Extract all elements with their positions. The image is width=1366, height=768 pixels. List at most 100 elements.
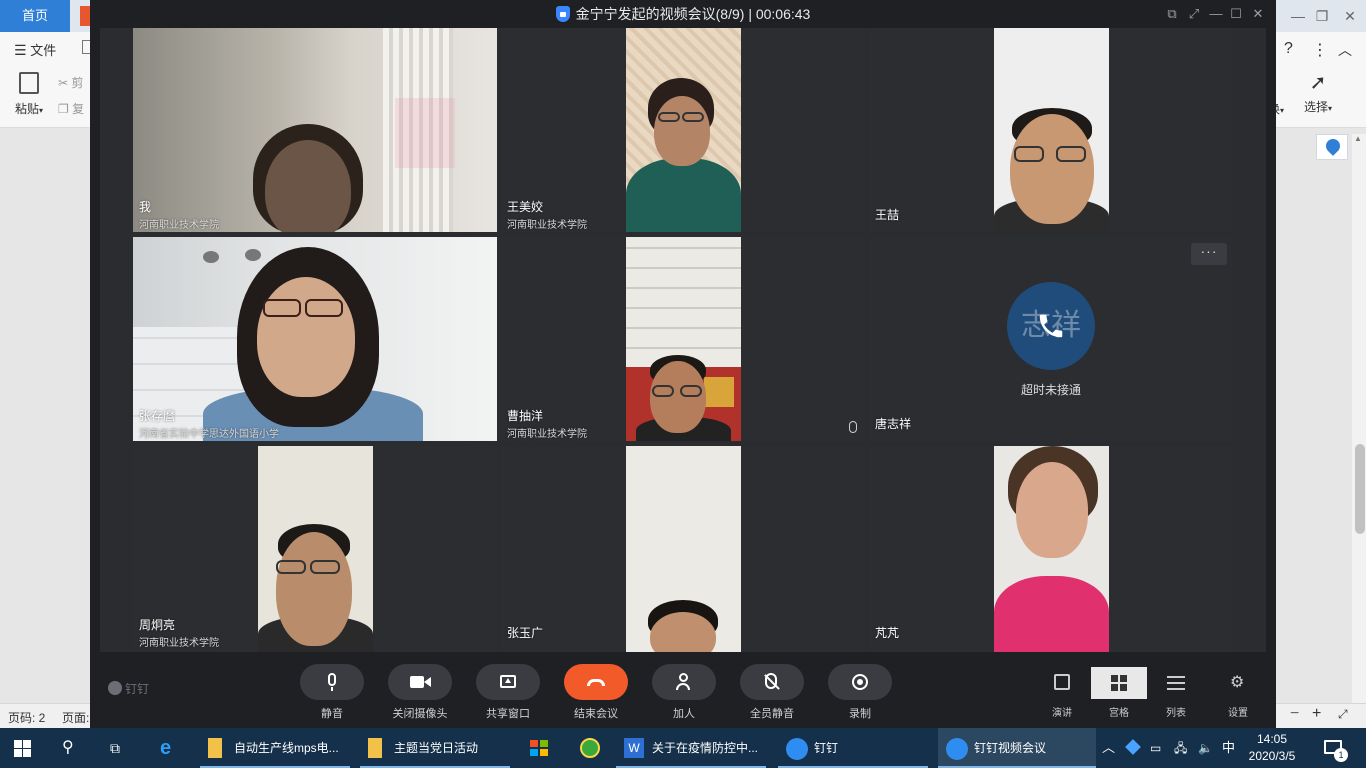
clock-date: 2020/3/5	[1248, 749, 1296, 763]
collapse-ribbon-icon[interactable]: ︿	[1338, 40, 1352, 60]
layout-list-label: 列表	[1166, 708, 1186, 719]
ime-indicator[interactable]: 中	[1222, 728, 1238, 768]
notification-center-button[interactable]: 1	[1322, 728, 1348, 768]
pip-icon[interactable]: ⧉	[1161, 0, 1183, 28]
task-view-icon[interactable]: ⧉	[110, 728, 130, 768]
select-button[interactable]: ➚ 选择▾	[1300, 72, 1336, 115]
mute-all-button[interactable]: 全员静音	[740, 664, 804, 721]
camera-off-button[interactable]: 关闭摄像头	[388, 664, 452, 721]
paste-button[interactable]: 粘贴▾	[10, 72, 48, 117]
folder-icon	[208, 738, 222, 758]
record-button[interactable]: 录制	[828, 664, 892, 721]
taskbar-item[interactable]: 主题当党日活动	[360, 728, 510, 768]
system-clock[interactable]: 14:05 2020/3/5	[1248, 731, 1296, 765]
add-person-icon	[679, 673, 688, 682]
add-person-button[interactable]: 加人	[652, 664, 716, 721]
vertical-scrollbar[interactable]: ▲	[1352, 134, 1366, 703]
battery-icon[interactable]: ▭	[1150, 728, 1168, 768]
file-menu-label: 文件	[30, 43, 57, 58]
edge-icon[interactable]: e	[160, 728, 182, 768]
copy-button[interactable]: ❐ 复	[58, 100, 84, 117]
layout-grid-label: 宫格	[1109, 708, 1129, 719]
end-meeting-label: 结束会议	[574, 708, 618, 720]
cursor-icon: ➚	[1309, 72, 1327, 94]
participant-tile[interactable]: 张存麿 河南省实验中学思达外国语小学	[133, 237, 497, 441]
clock-time: 14:05	[1256, 732, 1288, 746]
close-icon[interactable]: ✕	[1247, 0, 1269, 28]
store-icon[interactable]	[530, 728, 550, 768]
participant-tile[interactable]: ··· 志祥 超时未接通 唐志祥	[869, 237, 1233, 441]
browser-360-icon[interactable]	[580, 728, 602, 768]
wps-home-tab[interactable]: 首页	[0, 0, 70, 32]
zoom-out-button[interactable]: −	[1290, 705, 1299, 723]
meeting-toolbar: 钉钉 静音 关闭摄像头 共享窗口 结束会议 加人 全员静音 录制 演讲 宫格 列…	[90, 652, 1276, 728]
participant-name: 王喆	[875, 208, 900, 222]
participant-name: 我	[139, 200, 152, 214]
chevron-up-icon[interactable]: ︿	[1102, 728, 1116, 768]
scrollbar-thumb[interactable]	[1355, 444, 1365, 534]
grid-layout-icon	[1111, 675, 1127, 691]
video-feed	[994, 28, 1109, 232]
fullscreen-icon[interactable]: ⤢	[1183, 0, 1205, 28]
video-feed	[626, 446, 741, 652]
fit-page-icon[interactable]: ⤢	[1338, 707, 1348, 722]
more-options-icon[interactable]: ⋮	[1312, 40, 1328, 60]
participant-name: 周炯亮	[139, 618, 176, 632]
layout-list-button[interactable]	[1148, 667, 1204, 699]
participant-org: 河南职业技术学院	[507, 220, 587, 231]
participant-org: 河南省实验中学思达外国语小学	[139, 429, 279, 440]
participant-name: 芃芃	[875, 626, 900, 640]
gear-icon: ⚙	[1230, 674, 1245, 691]
taskbar-item[interactable]: 自动生产线mps电...	[200, 728, 350, 768]
meeting-title: 金宁宁发起的视频会议(8/9) | 00:06:43	[90, 0, 1276, 28]
taskbar-item[interactable]: 钉钉	[778, 728, 928, 768]
taskbar-item-active[interactable]: 钉钉视频会议	[938, 728, 1096, 768]
participant-tile[interactable]: 我 河南职业技术学院	[133, 28, 497, 232]
desktop: 首页 — ❐ ✕ ☰ 文件 粘贴▾ ✂ 剪 ❐ 复 ? ⋮ ︿ ▾ ➚ 选择▾ …	[0, 0, 1366, 768]
dingtalk-icon	[786, 738, 808, 760]
meeting-title-text: 金宁宁发起的视频会议(8/9) | 00:06:43	[575, 6, 811, 22]
minimize-icon[interactable]: —	[1205, 0, 1227, 28]
mute-button[interactable]: 静音	[300, 664, 364, 721]
page-info: 页面:	[62, 711, 90, 725]
participant-tile[interactable]: 王喆	[869, 28, 1233, 232]
taskbar-item[interactable]: W 关于在疫情防控中...	[616, 728, 766, 768]
dingtalk-meeting-icon	[946, 738, 968, 760]
more-options-button[interactable]: ···	[1191, 243, 1227, 265]
hang-up-icon	[587, 679, 605, 686]
participant-tile[interactable]: 周炯亮 河南职业技术学院	[133, 446, 497, 652]
settings-button[interactable]: ⚙	[1210, 667, 1266, 699]
file-menu[interactable]: ☰ 文件	[14, 40, 56, 59]
participant-tile[interactable]: 曹抽洋 河南职业技术学院	[501, 237, 865, 441]
help-icon[interactable]: ?	[1284, 40, 1293, 58]
layout-speaker-button[interactable]	[1034, 667, 1090, 699]
participant-org: 河南职业技术学院	[139, 638, 219, 649]
scroll-up-icon[interactable]: ▲	[1354, 134, 1362, 143]
video-feed	[994, 446, 1109, 652]
taskbar-item-label: 钉钉	[814, 741, 839, 755]
cut-button[interactable]: ✂ 剪	[58, 74, 83, 91]
windows-start-button[interactable]	[14, 728, 34, 768]
menu-icon: ☰	[14, 42, 27, 58]
zoom-in-button[interactable]: +	[1312, 705, 1321, 723]
share-window-label: 共享窗口	[486, 708, 530, 720]
share-window-button[interactable]: 共享窗口	[476, 664, 540, 721]
cube-icon[interactable]	[1125, 728, 1142, 768]
speaker-layout-icon	[1054, 674, 1070, 690]
end-meeting-button[interactable]: 结束会议	[564, 664, 628, 721]
layout-grid-button[interactable]	[1091, 667, 1147, 699]
notification-badge: 1	[1334, 748, 1348, 762]
wps-writer-icon: W	[624, 738, 644, 758]
volume-icon[interactable]: 🔈	[1198, 728, 1216, 768]
search-icon[interactable]: ⚲	[62, 728, 82, 768]
close-icon[interactable]: ✕	[1330, 0, 1366, 32]
network-icon[interactable]: 🖧	[1174, 728, 1192, 768]
taskbar-item-label: 主题当党日活动	[394, 741, 479, 755]
participant-tile[interactable]: 张玉广	[501, 446, 865, 652]
meeting-titlebar: 金宁宁发起的视频会议(8/9) | 00:06:43 ⧉ ⤢ — ☐ ✕	[90, 0, 1276, 28]
taskbar-item-label: 钉钉视频会议	[974, 741, 1047, 755]
maximize-icon[interactable]: ☐	[1225, 0, 1247, 28]
participant-tile[interactable]: 王美姣 河南职业技术学院	[501, 28, 865, 232]
participant-tile[interactable]: 芃芃	[869, 446, 1233, 652]
location-panel-button[interactable]	[1316, 134, 1348, 160]
